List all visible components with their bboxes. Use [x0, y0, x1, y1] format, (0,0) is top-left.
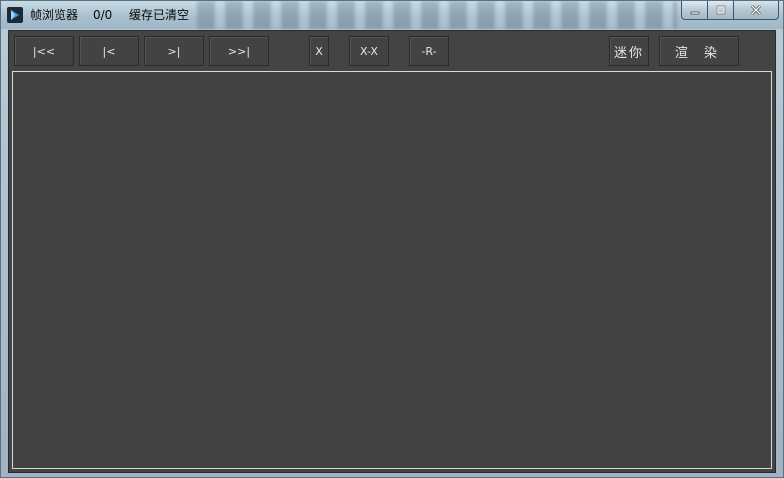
x-x-button[interactable]: X-X — [349, 36, 389, 66]
r-button[interactable]: -R- — [409, 36, 449, 66]
maximize-button[interactable] — [708, 1, 734, 20]
frame-viewport[interactable] — [12, 71, 772, 469]
mini-button[interactable]: 迷你 — [609, 36, 649, 66]
title-bar[interactable]: 帧浏览器 0/0 缓存已清空 — [1, 1, 783, 29]
frame-counter: 0/0 — [93, 8, 113, 22]
next-frame-button[interactable]: >| — [144, 36, 204, 66]
app-icon[interactable] — [7, 7, 23, 23]
close-button[interactable] — [734, 1, 779, 20]
minimize-icon — [690, 11, 699, 15]
close-icon — [751, 5, 761, 15]
minimize-button[interactable] — [681, 1, 708, 20]
prev-frame-button[interactable]: |< — [79, 36, 139, 66]
frame-browser-window: 帧浏览器 0/0 缓存已清空 |<< |< >| >>| X X-X -R- 迷… — [0, 0, 784, 478]
cache-status: 缓存已清空 — [129, 8, 190, 22]
frame-browser-panel: |<< |< >| >>| X X-X -R- 迷你 渲 染 — [8, 30, 776, 473]
app-logo-icon — [11, 10, 19, 20]
last-frame-button[interactable]: >>| — [209, 36, 269, 66]
x-button[interactable]: X — [309, 36, 329, 66]
render-button[interactable]: 渲 染 — [659, 36, 739, 66]
window-title: 帧浏览器 — [30, 8, 79, 22]
maximize-icon — [716, 5, 725, 15]
window-controls — [681, 1, 779, 20]
title-bar-blur-background — [197, 1, 677, 29]
first-frame-button[interactable]: |<< — [14, 36, 74, 66]
